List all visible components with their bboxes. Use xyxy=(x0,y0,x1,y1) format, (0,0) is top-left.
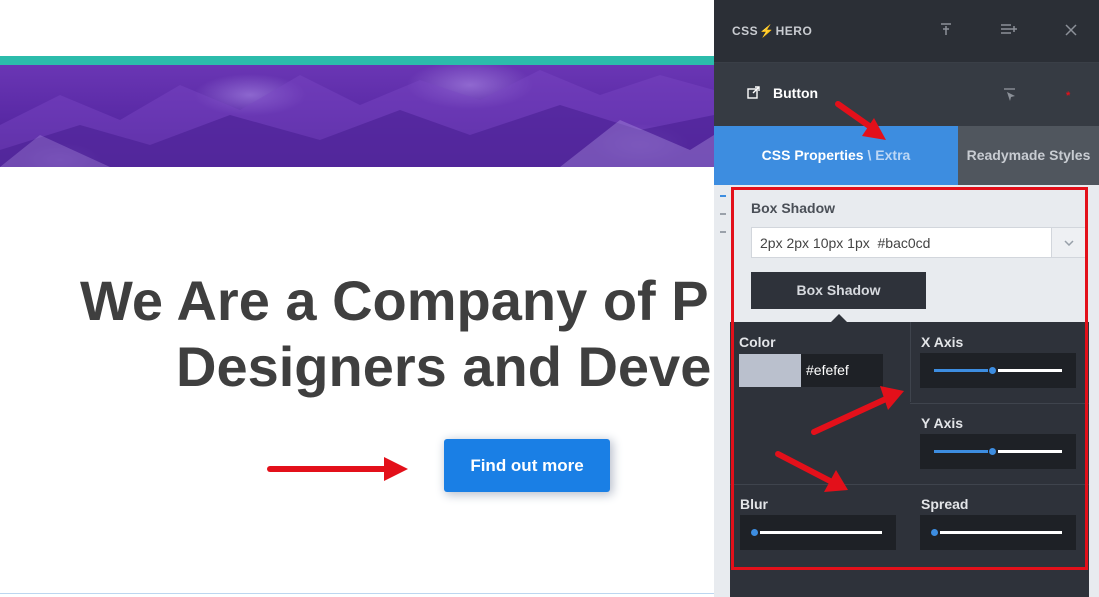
website-preview: We Are a Company of P Designers and Deve… xyxy=(0,0,714,597)
mountain-shapes xyxy=(0,70,714,167)
tab-extra-label[interactable]: Extra xyxy=(875,147,910,163)
tab-css-properties-label: CSS Properties xyxy=(761,147,864,163)
y-axis-slider-track xyxy=(997,450,1062,453)
pin-icon[interactable] xyxy=(935,20,957,42)
blur-slider-track xyxy=(760,531,882,534)
logo-text-hero: HERO xyxy=(775,24,813,38)
editor-divider-vertical xyxy=(910,322,911,402)
spread-slider[interactable] xyxy=(920,515,1076,550)
editor-divider-horizontal-2 xyxy=(730,484,1089,485)
x-axis-slider-handle[interactable] xyxy=(988,367,996,374)
x-axis-slider-track xyxy=(997,369,1062,372)
headline-line-2: Designers and Deve xyxy=(176,335,712,398)
tab-css-properties[interactable]: CSS Properties \ Extra xyxy=(714,126,958,185)
headline-line-1: We Are a Company of P xyxy=(80,269,709,332)
tab-readymade-styles[interactable]: Readymade Styles xyxy=(958,126,1099,185)
box-shadow-input[interactable] xyxy=(751,227,1086,258)
spread-slider-track xyxy=(940,531,1062,534)
teal-top-bar xyxy=(0,56,714,65)
color-value-field[interactable]: #efefef xyxy=(801,354,883,387)
list-add-icon[interactable] xyxy=(998,20,1020,42)
bolt-icon: ⚡ xyxy=(759,24,775,38)
y-axis-slider-fill xyxy=(934,450,988,453)
chevron-down-icon[interactable] xyxy=(1051,228,1086,257)
tab-separator: \ xyxy=(863,147,876,163)
spread-slider-handle[interactable] xyxy=(931,529,938,536)
y-axis-slider-handle[interactable] xyxy=(988,448,996,455)
box-shadow-button[interactable]: Box Shadow xyxy=(751,272,926,309)
selected-element-name: Button xyxy=(773,85,819,101)
spread-label: Spread xyxy=(921,496,969,512)
hero-mountain-image xyxy=(0,65,714,167)
external-link-icon[interactable] xyxy=(747,86,760,102)
logo-text-css: CSS xyxy=(732,24,759,38)
page-bottom-divider xyxy=(0,593,714,594)
blur-slider-handle[interactable] xyxy=(751,529,758,536)
cursor-select-icon[interactable] xyxy=(1003,88,1017,107)
find-out-more-button[interactable]: Find out more xyxy=(444,439,610,492)
x-axis-slider[interactable] xyxy=(920,353,1076,388)
color-swatch[interactable] xyxy=(739,354,801,387)
editor-divider-horizontal xyxy=(910,403,1089,404)
close-icon[interactable] xyxy=(1060,20,1082,42)
hero-headline: We Are a Company of P Designers and Deve xyxy=(40,268,714,400)
panel-header: CSS⚡HERO xyxy=(714,0,1099,63)
selected-element-bar xyxy=(714,63,1099,126)
x-axis-slider-fill xyxy=(934,369,988,372)
blur-label: Blur xyxy=(740,496,768,512)
css-hero-logo: CSS⚡HERO xyxy=(732,24,812,38)
blur-slider[interactable] xyxy=(740,515,896,550)
y-axis-slider[interactable] xyxy=(920,434,1076,469)
color-label: Color xyxy=(739,334,776,350)
asterisk-icon[interactable]: * xyxy=(1066,90,1070,102)
box-shadow-label: Box Shadow xyxy=(751,200,836,216)
y-axis-label: Y Axis xyxy=(921,415,964,431)
x-axis-label: X Axis xyxy=(921,334,964,350)
